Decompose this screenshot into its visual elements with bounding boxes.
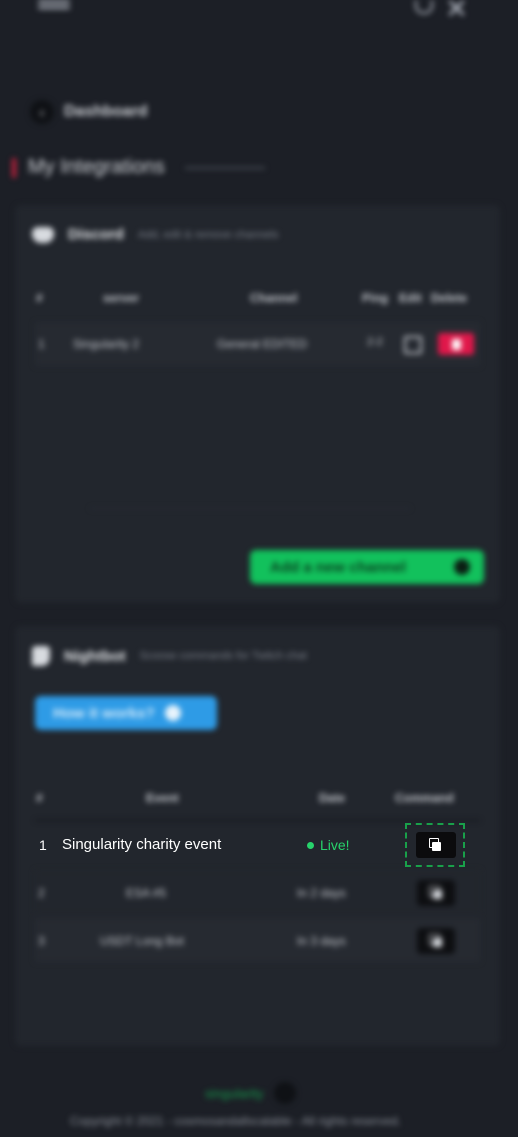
copy-command-button[interactable] xyxy=(417,928,455,954)
page-title: My Integrations xyxy=(12,156,265,179)
back-to-dashboard[interactable]: ‹ Dashboard xyxy=(30,100,148,124)
edit-icon[interactable] xyxy=(404,336,422,354)
row-number: 1 xyxy=(38,337,45,351)
plus-icon xyxy=(454,559,470,575)
row-number: 2 xyxy=(38,886,45,900)
live-label: Live! xyxy=(320,837,350,853)
logo-icon[interactable] xyxy=(38,0,70,16)
copy-command-button[interactable] xyxy=(416,832,456,858)
divider xyxy=(90,508,410,509)
close-icon[interactable] xyxy=(446,0,466,18)
live-dot-icon xyxy=(307,841,314,849)
title-accent-bar xyxy=(12,157,16,178)
footer-brand-name: singularity xyxy=(205,1085,264,1101)
row-number: 1 xyxy=(39,837,47,853)
discord-name: Discord xyxy=(68,226,124,243)
live-status: Live! xyxy=(307,837,350,853)
row-event: Singularity charity event xyxy=(62,836,222,853)
col-number: # xyxy=(36,791,43,805)
col-event: Event xyxy=(146,791,179,805)
title-divider xyxy=(184,166,265,169)
col-edit: Edit xyxy=(399,291,422,305)
row-channel: General EDITED xyxy=(217,337,308,351)
nightbot-name: Nightbot xyxy=(64,647,126,665)
chevron-left-icon[interactable]: ‹ xyxy=(30,100,54,124)
table-row xyxy=(35,870,480,914)
delete-button[interactable] xyxy=(438,333,474,355)
col-server: server xyxy=(103,291,140,305)
info-icon xyxy=(164,705,181,721)
discord-header: Discord Add, edit & remove channels xyxy=(32,226,279,243)
how-it-works-button[interactable]: How it works? xyxy=(35,696,217,730)
add-channel-label: Add a new channel xyxy=(270,558,406,576)
copyright: Copyright © 2021 - cosmosandallscalable … xyxy=(70,1114,401,1128)
bell-icon[interactable] xyxy=(412,0,433,18)
row-event: USDT Long Bot xyxy=(100,934,184,948)
row-ping: 2-2 xyxy=(367,336,383,348)
table-header-divider xyxy=(35,820,480,821)
back-label: Dashboard xyxy=(64,103,148,120)
col-delete: Delete xyxy=(431,291,468,305)
nightbot-header: Nightbot Scoose commands for Twitch chat xyxy=(32,646,307,666)
page-title-text: My Integrations xyxy=(28,156,165,178)
row-date: In 2 days xyxy=(297,886,346,900)
row-date: In 3 days xyxy=(297,934,346,948)
discord-subtitle: Add, edit & remove channels xyxy=(137,228,279,241)
top-bar xyxy=(0,0,518,30)
footer-brand: singularity xyxy=(205,1082,296,1104)
copy-command-button[interactable] xyxy=(417,880,455,906)
col-date: Date xyxy=(319,791,346,805)
row-number: 3 xyxy=(38,934,45,948)
trash-icon xyxy=(451,338,461,350)
row-server: Singularity 2 xyxy=(73,337,140,351)
how-it-works-label: How it works? xyxy=(53,704,155,722)
col-command: Command xyxy=(395,791,454,805)
nightbot-icon xyxy=(32,646,50,666)
nightbot-subtitle: Scoose commands for Twitch chat xyxy=(139,650,307,662)
col-number: # xyxy=(36,291,43,305)
table-row-highlighted: 1 Singularity charity event Live! xyxy=(35,823,475,867)
col-channel: Channel xyxy=(250,291,298,305)
discord-icon xyxy=(32,226,54,243)
col-ping: Ping xyxy=(362,291,388,305)
discord-card xyxy=(15,205,500,603)
brand-logo-icon xyxy=(273,1082,296,1104)
row-event: ESA #5 xyxy=(126,886,167,900)
add-channel-button[interactable]: Add a new channel xyxy=(250,550,484,584)
